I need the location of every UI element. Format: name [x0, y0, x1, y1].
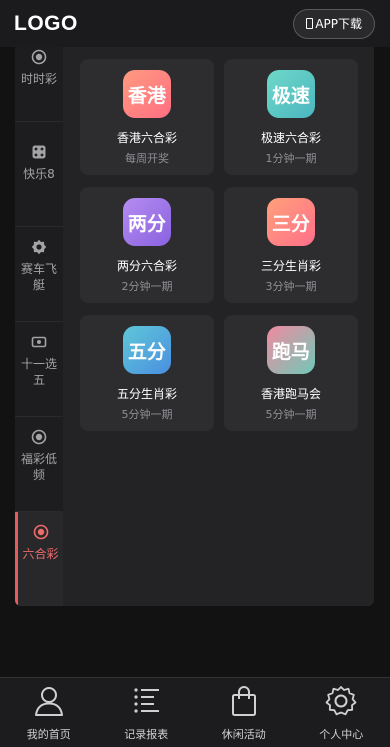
- game-subtitle: 2分钟一期: [121, 280, 173, 293]
- nav-label: 个人中心: [319, 728, 364, 741]
- nav-label: 记录报表: [124, 728, 169, 741]
- list-icon: [134, 688, 160, 713]
- gear-icon: [325, 686, 357, 716]
- phone-icon: [306, 18, 314, 29]
- sidebar-item-fucai[interactable]: 福彩低频: [15, 417, 63, 512]
- game-card-three-min-zodiac[interactable]: 三分 三分生肖彩 3分钟一期: [224, 187, 358, 303]
- game-subtitle: 1分钟一期: [265, 152, 317, 165]
- game-card-hk-horse-racing[interactable]: 跑马 香港跑马会 5分钟一期: [224, 315, 358, 431]
- sidebar-item-label: 六合彩: [22, 547, 59, 561]
- sidebar-item-liuhecai[interactable]: 六合彩: [15, 512, 63, 606]
- game-title: 香港跑马会: [260, 387, 321, 401]
- game-card-express-marksix[interactable]: 极速 极速六合彩 1分钟一期: [224, 59, 358, 175]
- user-icon: [34, 687, 63, 716]
- nav-item-records[interactable]: 记录报表: [98, 678, 196, 747]
- ticket-icon: [31, 336, 47, 348]
- app-download-button[interactable]: APP下载: [293, 8, 375, 39]
- sidebar-item-kuaile8[interactable]: 快乐8: [15, 122, 63, 227]
- category-sidebar: 时时彩 快乐8 赛车飞艇 十一选五 福彩低频 六合彩: [15, 47, 63, 606]
- game-title: 三分生肖彩: [260, 259, 321, 273]
- game-subtitle: 5分钟一期: [121, 408, 173, 421]
- sidebar-item-label: 快乐8: [23, 167, 55, 181]
- nav-label: 我的首页: [26, 728, 71, 741]
- game-title: 两分六合彩: [116, 259, 177, 273]
- radio-icon: [33, 524, 48, 540]
- radio-icon: [31, 49, 47, 65]
- nav-item-home[interactable]: 我的首页: [0, 678, 98, 747]
- game-card-hk-marksix[interactable]: 香港 香港六合彩 每周开奖: [80, 59, 214, 175]
- sidebar-item-shiyixuanwu[interactable]: 十一选五: [15, 322, 63, 417]
- sidebar-item-label: 赛车飞艇: [20, 262, 57, 292]
- game-badge: 三分: [267, 198, 315, 246]
- game-title: 香港六合彩: [116, 131, 177, 145]
- sidebar-item-label: 时时彩: [20, 72, 57, 86]
- game-badge: 极速: [267, 70, 315, 118]
- sidebar-item-saiche[interactable]: 赛车飞艇: [15, 227, 63, 322]
- game-badge: 香港: [123, 70, 171, 118]
- nav-label: 休闲活动: [221, 728, 266, 741]
- game-title: 极速六合彩: [260, 131, 321, 145]
- game-subtitle: 5分钟一期: [265, 408, 317, 421]
- dice-icon: [32, 145, 46, 159]
- game-subtitle: 3分钟一期: [265, 280, 317, 293]
- game-title: 五分生肖彩: [116, 387, 177, 401]
- radio-icon: [31, 429, 47, 445]
- nav-item-profile[interactable]: 个人中心: [293, 678, 390, 747]
- gear-badge-icon: [31, 239, 47, 255]
- nav-item-activities[interactable]: 休闲活动: [195, 678, 293, 747]
- game-badge: 五分: [123, 326, 171, 374]
- lottery-panel: 时时彩 快乐8 赛车飞艇 十一选五 福彩低频 六合彩 香港 香港六合彩 每周开奖…: [15, 47, 374, 606]
- game-badge: 两分: [123, 198, 171, 246]
- bag-icon: [231, 686, 256, 716]
- bottom-nav: 我的首页 记录报表 休闲活动 个人中心: [0, 677, 390, 747]
- top-bar: LOGO APP下载: [0, 0, 390, 47]
- game-subtitle: 每周开奖: [125, 152, 169, 165]
- game-card-five-min-zodiac[interactable]: 五分 五分生肖彩 5分钟一期: [80, 315, 214, 431]
- sidebar-item-label: 福彩低频: [20, 452, 57, 482]
- game-badge: 跑马: [267, 326, 315, 374]
- sidebar-item-label: 十一选五: [20, 357, 57, 387]
- game-card-two-min-marksix[interactable]: 两分 两分六合彩 2分钟一期: [80, 187, 214, 303]
- sidebar-item-shishicai[interactable]: 时时彩: [15, 47, 63, 122]
- app-download-label: APP下载: [315, 17, 362, 31]
- logo[interactable]: LOGO: [14, 12, 78, 36]
